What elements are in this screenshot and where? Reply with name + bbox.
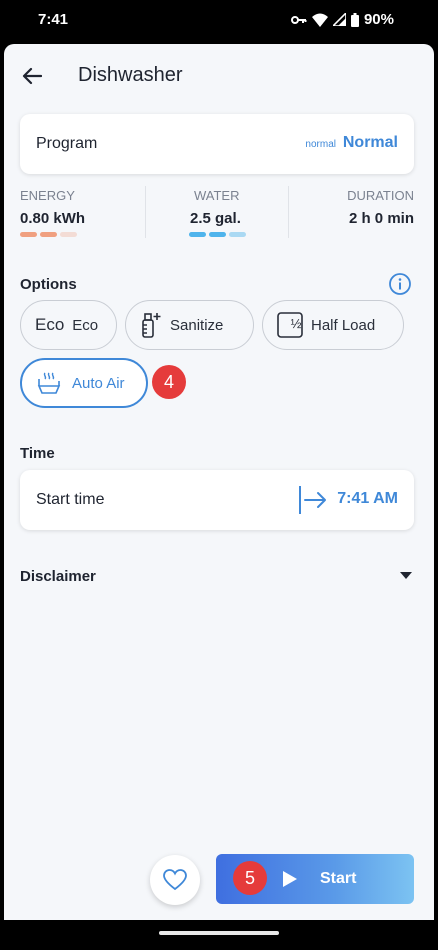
annotation-badge-4: 4 (152, 365, 186, 399)
water-label: WATER (194, 188, 240, 203)
options-title: Options (20, 276, 77, 293)
navigation-bar (0, 920, 438, 950)
program-label: Program (36, 135, 98, 152)
arrow-back-icon (22, 67, 42, 85)
wifi-icon (311, 13, 328, 27)
duration-value: 2 h 0 min (348, 210, 414, 227)
energy-meter (20, 232, 77, 237)
water-meter-segment (229, 232, 246, 237)
energy-meter-segment (40, 232, 57, 237)
option-sanitize-label: Sanitize (170, 316, 224, 334)
battery-percent: 90% (363, 11, 394, 28)
disclaimer-label: Disclaimer (20, 568, 96, 585)
water-meter-segment (209, 232, 226, 237)
disclaimer-toggle[interactable]: Disclaimer (20, 562, 414, 590)
start-time-value: 7:41 AM (337, 490, 398, 507)
favorite-button[interactable] (150, 855, 200, 905)
app-screen: Dishwasher Program normal Normal ENERGY … (4, 44, 434, 920)
half-load-glyph: ½ (290, 316, 302, 331)
option-auto-air-label: Auto Air (72, 374, 125, 392)
program-value-small: normal (305, 139, 336, 150)
vpn-key-icon (290, 15, 307, 24)
option-eco[interactable]: Eco Eco (20, 300, 117, 350)
start-time-selector[interactable]: Start time 7:41 AM (20, 470, 414, 530)
water-value: 2.5 gal. (190, 210, 241, 227)
energy-meter-segment (60, 232, 77, 237)
option-half-load[interactable]: ½ Half Load (262, 300, 404, 350)
option-eco-label: Eco (72, 316, 99, 334)
energy-label: ENERGY (20, 188, 75, 203)
auto-air-icon (37, 372, 61, 394)
energy-meter-segment (20, 232, 37, 237)
energy-value: 0.80 kWh (20, 210, 86, 227)
play-icon (283, 871, 297, 887)
program-selector[interactable]: Program normal Normal (20, 114, 414, 174)
start-button-label: Start (320, 870, 357, 887)
option-half-load-label: Half Load (311, 316, 376, 334)
annotation-badge-5: 5 (233, 861, 267, 895)
program-value: Normal (342, 134, 398, 151)
chevron-down-icon (400, 572, 412, 579)
battery-icon (350, 12, 359, 27)
start-time-label: Start time (36, 491, 105, 508)
stats-divider (288, 186, 289, 238)
option-auto-air[interactable]: Auto Air (20, 358, 148, 408)
home-gesture-handle[interactable] (159, 931, 279, 935)
heart-icon (163, 869, 187, 891)
start-time-arrow-icon (299, 486, 326, 514)
status-bar: 7:41 90% (0, 0, 438, 44)
info-button[interactable] (388, 272, 412, 296)
water-meter-segment (189, 232, 206, 237)
option-sanitize[interactable]: Sanitize (125, 300, 254, 350)
duration-label: DURATION (347, 188, 414, 203)
stats-divider (145, 186, 146, 238)
back-button[interactable] (18, 62, 46, 90)
time-title: Time (20, 445, 55, 462)
water-meter (189, 232, 246, 237)
signal-icon (332, 13, 346, 26)
eco-icon: Eco (35, 315, 65, 334)
page-title: Dishwasher (78, 64, 183, 86)
sanitize-bottle-icon (142, 313, 161, 338)
info-icon (389, 273, 411, 295)
app-bar: Dishwasher (4, 44, 434, 108)
status-icons: 90% (290, 11, 394, 28)
status-time: 7:41 (38, 11, 69, 28)
